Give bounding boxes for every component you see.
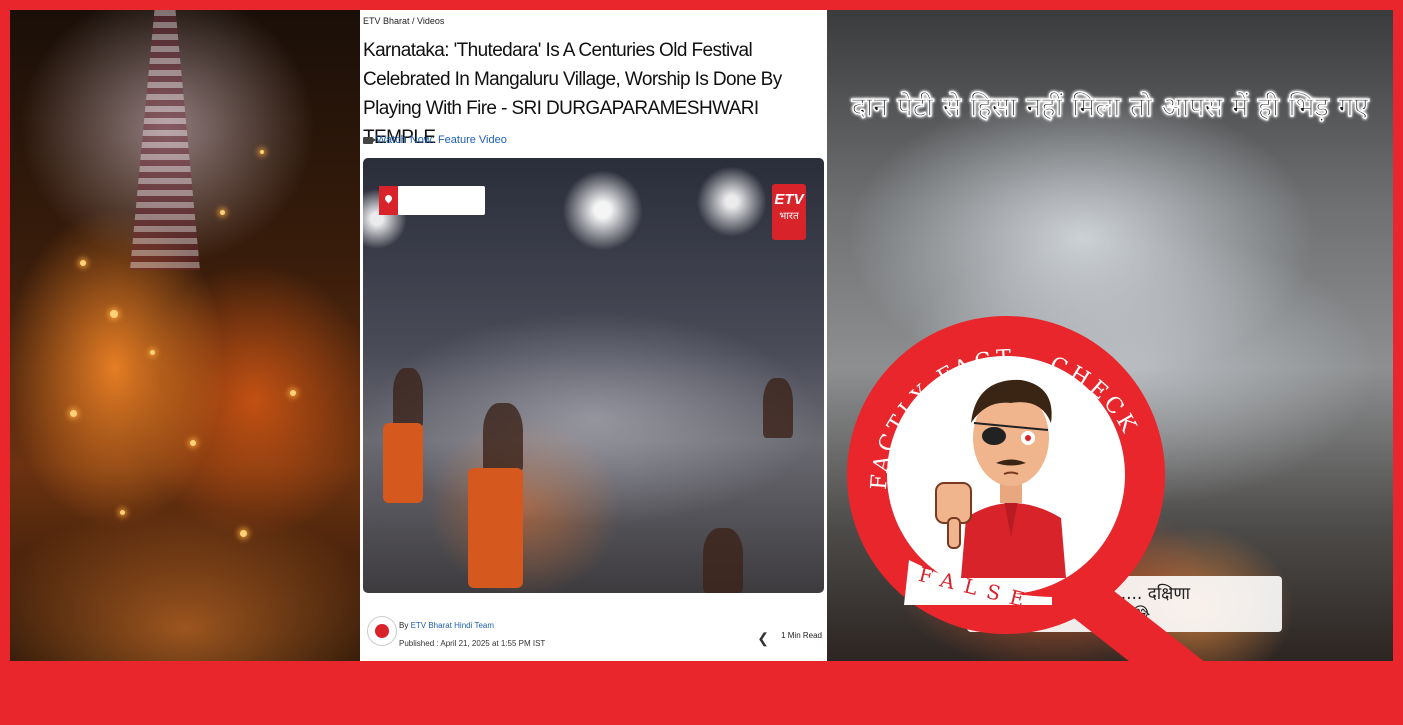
author-line: By ETV Bharat Hindi Team	[399, 621, 494, 630]
hindi-caption: दान पेटी से हिसा नहीं मिला तो आपस में ही…	[851, 92, 1369, 124]
devotee-figure	[703, 528, 743, 593]
fire-spark	[220, 210, 225, 215]
article-byline: By ETV Bharat Hindi Team Published : Apr…	[363, 612, 824, 658]
temple-tower	[130, 10, 200, 270]
watch-video-link[interactable]: Watch Now: Feature Video	[363, 134, 507, 146]
fire-spark	[70, 410, 77, 417]
published-date: Published : April 21, 2025 at 1:55 PM IS…	[399, 639, 546, 648]
news-article-screenshot: ETV Bharat / Videos Karnataka: 'Thutedar…	[360, 10, 827, 661]
byline-prefix: By	[399, 621, 411, 630]
author-avatar	[367, 616, 397, 646]
location-pin-icon	[379, 186, 398, 215]
fire-spark	[240, 530, 247, 537]
devotee-figure	[393, 368, 423, 428]
devotee-robe	[468, 468, 523, 588]
left-festival-photo	[10, 10, 360, 661]
fire-spark	[290, 390, 296, 396]
feature-video[interactable]: ETV भारत	[363, 158, 824, 593]
etv-bharat-logo: ETV भारत	[772, 184, 806, 240]
devotee-robe	[383, 423, 423, 503]
video-camera-icon	[363, 136, 376, 144]
thumbs-down-thumb	[947, 517, 961, 549]
devotee-figure	[483, 403, 523, 473]
fire-spark	[150, 350, 155, 355]
etv-logo-text: भारत	[779, 211, 799, 222]
share-icon[interactable]: ❮	[757, 630, 769, 647]
fire-spark	[260, 150, 264, 154]
mascot-pupil	[1025, 435, 1031, 441]
eyepatch	[982, 427, 1006, 445]
collage-frame: ETV Bharat / Videos Karnataka: 'Thutedar…	[10, 10, 1393, 661]
devotee-figure	[763, 378, 793, 438]
fire-spark	[190, 440, 196, 446]
fire-spark	[110, 310, 118, 318]
etv-logo-mark: ETV	[774, 191, 804, 208]
watch-video-label: Watch Now: Feature Video	[376, 134, 507, 146]
author-link[interactable]: ETV Bharat Hindi Team	[411, 621, 494, 630]
false-verdict-band: FALSE	[904, 560, 1052, 605]
detective-mascot	[935, 379, 1066, 578]
fire-spark	[80, 260, 86, 266]
fire-spark	[120, 510, 125, 515]
breadcrumb[interactable]: ETV Bharat / Videos	[363, 16, 444, 26]
read-time: 1 Min Read	[781, 631, 822, 640]
